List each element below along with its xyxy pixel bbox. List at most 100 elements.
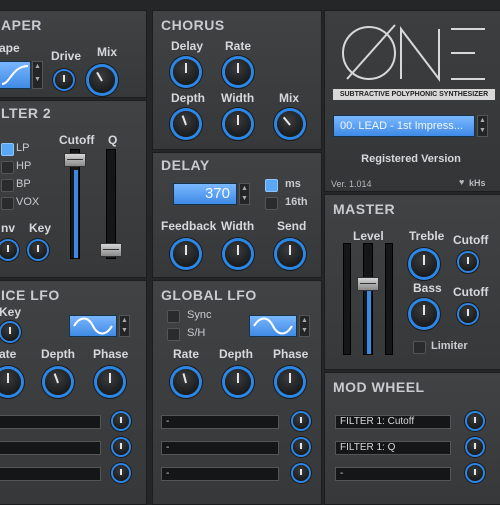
filter-mode-bp: BP — [16, 178, 31, 190]
voice-lfo-mod-slot-3[interactable] — [0, 467, 101, 481]
down-arrow-icon[interactable]: ▼ — [300, 326, 309, 336]
global-lfo-mod-knob-1[interactable] — [293, 413, 309, 429]
chorus-mix-knob[interactable] — [277, 111, 303, 137]
global-lfo-phase-knob[interactable] — [277, 369, 303, 395]
voice-lfo-mod-knob-3[interactable] — [113, 465, 129, 481]
master-treble-knob[interactable] — [411, 251, 437, 277]
down-arrow-icon[interactable]: ▼ — [478, 126, 487, 136]
limiter-check[interactable] — [413, 341, 426, 354]
voice-lfo-depth-label: Depth — [41, 347, 75, 361]
voice-lfo-mod-slot-1[interactable] — [0, 415, 101, 429]
master-cutoff2-knob[interactable] — [459, 305, 477, 323]
up-arrow-icon[interactable]: ▲ — [120, 316, 129, 326]
delay-16th-check[interactable] — [265, 197, 278, 210]
delay-time-spinner[interactable]: ▲ ▼ — [239, 183, 250, 205]
global-lfo-mod-slot-3[interactable]: - — [161, 467, 279, 481]
preset-spinner[interactable]: ▲ ▼ — [477, 115, 488, 137]
global-lfo-depth-label: Depth — [219, 347, 253, 361]
q-fader-handle[interactable] — [100, 243, 122, 257]
down-arrow-icon[interactable]: ▼ — [120, 326, 129, 336]
delay-time-display[interactable]: 370 — [173, 183, 237, 205]
version-text: Ver. 1.014 — [331, 179, 372, 189]
filter-mode-hp-check[interactable] — [1, 161, 14, 174]
delay-feedback-knob[interactable] — [173, 241, 199, 267]
cutoff-fader-handle[interactable] — [64, 153, 86, 167]
mix-label: Mix — [97, 45, 118, 59]
master-level-handle[interactable] — [357, 277, 379, 291]
maker-text: kHs — [469, 178, 486, 188]
env-knob[interactable] — [0, 241, 17, 259]
key-knob[interactable] — [29, 241, 47, 259]
registered-text: Registered Version — [361, 153, 461, 165]
filter-mode-lp-check[interactable] — [1, 143, 14, 156]
shape-selector[interactable] — [0, 61, 31, 89]
mod-wheel-knob-3[interactable] — [467, 465, 483, 481]
up-arrow-icon[interactable]: ▲ — [478, 116, 487, 126]
voice-lfo-mod-knob-2[interactable] — [113, 439, 129, 455]
mod-wheel-title: MOD WHEEL — [333, 379, 425, 395]
global-lfo-panel: GLOBAL LFO Sync S/H ▲ ▼ Rate Depth Phase … — [152, 280, 322, 505]
filter2-panel: LTER 2 LP HP BP VOX Cutoff Q nv Key — [0, 100, 147, 278]
master-cutoff-label: Cutoff — [453, 233, 489, 247]
drive-knob[interactable] — [55, 71, 73, 89]
mod-wheel-panel: MOD WHEEL FILTER 1: Cutoff FILTER 1: Q - — [324, 372, 500, 505]
env-label: nv — [1, 221, 16, 235]
voice-lfo-key-knob[interactable] — [1, 323, 19, 341]
filter-mode-bp-check[interactable] — [1, 179, 14, 192]
mix-knob[interactable] — [89, 67, 115, 93]
mod-wheel-slot-1[interactable]: FILTER 1: Cutoff — [335, 415, 451, 429]
delay-width-knob[interactable] — [225, 241, 251, 267]
mod-wheel-knob-1[interactable] — [467, 413, 483, 429]
down-arrow-icon[interactable]: ▼ — [240, 194, 249, 204]
up-arrow-icon[interactable]: ▲ — [240, 184, 249, 194]
up-arrow-icon[interactable]: ▲ — [33, 62, 42, 75]
down-arrow-icon[interactable]: ▼ — [33, 75, 42, 88]
voice-lfo-depth-knob[interactable] — [45, 369, 71, 395]
mod-wheel-slot-2[interactable]: FILTER 1: Q — [335, 441, 451, 455]
delay-send-knob[interactable] — [277, 241, 303, 267]
voice-lfo-mod-knob-1[interactable] — [113, 413, 129, 429]
voice-lfo-waveform[interactable] — [69, 315, 117, 337]
preset-display[interactable]: 00. LEAD - 1st Impress... — [333, 115, 475, 137]
global-lfo-sync-check[interactable] — [167, 310, 180, 323]
chorus-delay-knob[interactable] — [173, 59, 199, 85]
chorus-delay-label: Delay — [171, 39, 204, 53]
global-lfo-mod-slot-2[interactable]: - — [161, 441, 279, 455]
master-title: MASTER — [333, 201, 396, 217]
filter-mode-lp: LP — [16, 142, 30, 154]
global-lfo-wave-spinner[interactable]: ▲ ▼ — [299, 315, 310, 337]
master-bass-knob[interactable] — [411, 301, 437, 327]
shape-spinner[interactable]: ▲ ▼ — [32, 61, 43, 89]
master-level-fader[interactable] — [363, 243, 373, 355]
mod-wheel-knob-2[interactable] — [467, 439, 483, 455]
global-lfo-mod-slot-1[interactable]: - — [161, 415, 279, 429]
global-lfo-waveform[interactable] — [249, 315, 297, 337]
voice-lfo-phase-knob[interactable] — [97, 369, 123, 395]
master-level-label: Level — [353, 229, 384, 243]
filter-mode-vox-check[interactable] — [1, 197, 14, 210]
global-lfo-rate-knob[interactable] — [173, 369, 199, 395]
global-lfo-depth-knob[interactable] — [225, 369, 251, 395]
chorus-rate-knob[interactable] — [225, 59, 251, 85]
chorus-width-knob[interactable] — [225, 111, 251, 137]
global-lfo-sh-check[interactable] — [167, 328, 180, 341]
voice-lfo-wave-spinner[interactable]: ▲ ▼ — [119, 315, 130, 337]
up-arrow-icon[interactable]: ▲ — [300, 316, 309, 326]
voice-lfo-mod-slot-2[interactable] — [0, 441, 101, 455]
global-lfo-mod-knob-2[interactable] — [293, 439, 309, 455]
voice-lfo-rate-label: ate — [0, 347, 17, 361]
voice-lfo-phase-label: Phase — [93, 347, 129, 361]
delay-ms-check[interactable] — [265, 179, 278, 192]
voice-lfo-rate-knob[interactable] — [0, 369, 21, 395]
master-bass-label: Bass — [413, 281, 442, 295]
global-lfo-mod-knob-3[interactable] — [293, 465, 309, 481]
mod-wheel-slot-3[interactable]: - — [335, 467, 451, 481]
master-cutoff-knob[interactable] — [459, 253, 477, 271]
sine-wave-icon — [73, 317, 113, 335]
master-panel: MASTER Level Treble Cutoff Bass Cutoff L… — [324, 194, 500, 370]
brand-subtitle: SUBTRACTIVE POLYPHONIC SYNTHESIZER — [333, 89, 495, 100]
chorus-depth-knob[interactable] — [173, 111, 199, 137]
chorus-mix-label: Mix — [279, 91, 300, 105]
chorus-panel: CHORUS Delay Rate Depth Width Mix — [152, 10, 322, 150]
shape-curve-icon — [1, 65, 29, 85]
